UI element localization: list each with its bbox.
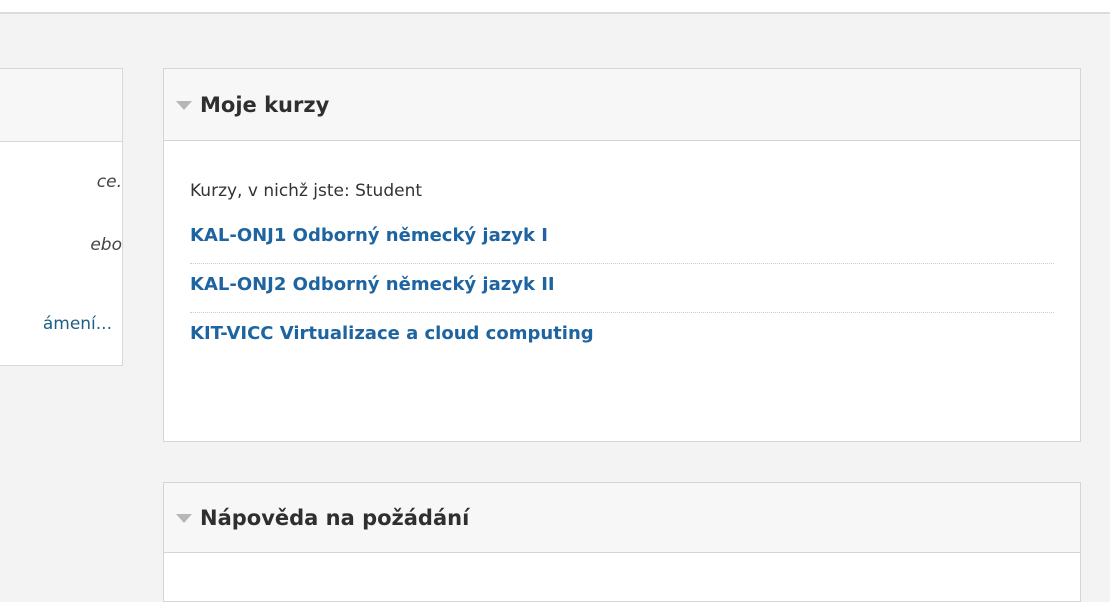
my-courses-title: Moje kurzy — [200, 92, 330, 117]
my-courses-block: Moje kurzy Kurzy, v nichž jste: Student … — [163, 68, 1081, 442]
course-link-kit-vicc[interactable]: KIT-VICC Virtualizace a cloud computing — [190, 313, 1054, 361]
collapse-triangle-icon[interactable] — [176, 514, 192, 523]
help-block-header[interactable]: Nápověda na požádání — [164, 483, 1080, 553]
course-link-kal-onj2[interactable]: KAL-ONJ2 Odborný německý jazyk II — [190, 264, 1054, 313]
left-block: ce. ebo ámení... — [0, 68, 123, 366]
left-block-header — [0, 69, 122, 142]
top-navbar — [0, 0, 1110, 14]
course-link-kal-onj1[interactable]: KAL-ONJ1 Odborný německý jazyk I — [190, 215, 1054, 264]
left-block-link[interactable]: ámení... — [43, 314, 112, 334]
help-block-title: Nápověda na požádání — [200, 505, 470, 530]
left-block-text-2: ebo — [90, 235, 122, 255]
my-courses-header[interactable]: Moje kurzy — [164, 69, 1080, 141]
collapse-triangle-icon[interactable] — [176, 101, 192, 110]
role-label: Kurzy, v nichž jste: Student — [190, 181, 423, 201]
help-block: Nápověda na požádání — [163, 482, 1081, 602]
left-block-text-1: ce. — [96, 172, 122, 192]
